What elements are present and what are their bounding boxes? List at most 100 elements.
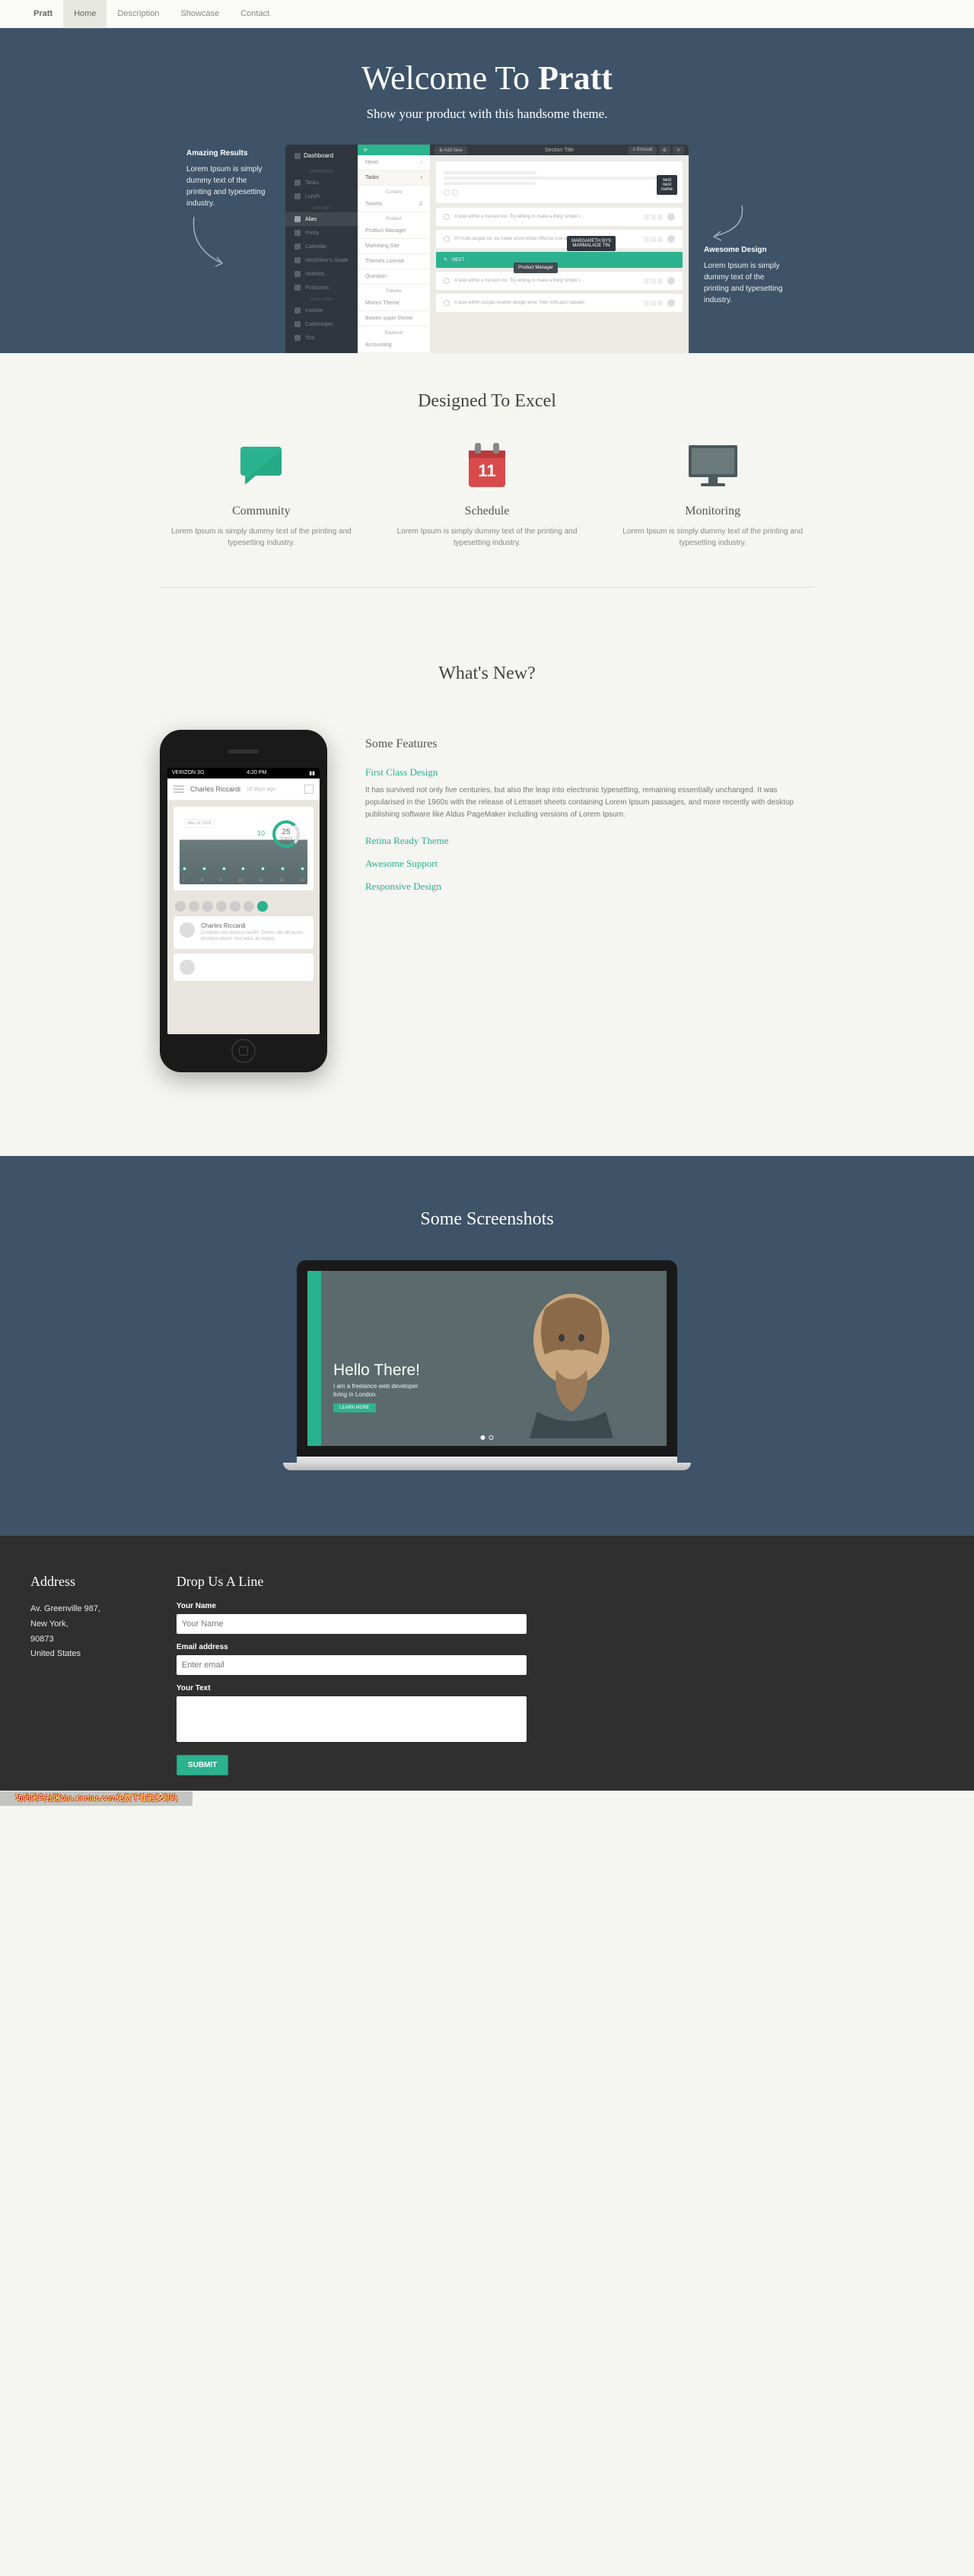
- arrow-right-icon: [704, 198, 750, 244]
- sidebar-item[interactable]: Notelets: [285, 267, 358, 281]
- mid-group: Content: [358, 186, 430, 197]
- whatsnew-heading: What's New?: [160, 664, 814, 684]
- sidebar-item[interactable]: Invision: [285, 304, 358, 317]
- address-line: 90873: [30, 1632, 100, 1648]
- task-row[interactable]: A task within a mission list. Try writin…: [436, 208, 683, 226]
- nav-showcase[interactable]: Showcase: [170, 0, 230, 27]
- phone-chart: May 13, 2013 10 25Visitors 78910111213: [173, 807, 314, 890]
- mid-item[interactable]: Product Manager: [358, 224, 430, 239]
- app-brand: Dashboard: [285, 152, 358, 167]
- avatar-row[interactable]: [167, 896, 320, 916]
- task-row[interactable]: Pri nulla laugiat no, ea natae unum elit…: [436, 230, 683, 248]
- learn-more-button[interactable]: LEARN MORE: [333, 1403, 376, 1412]
- email-input[interactable]: [177, 1655, 527, 1675]
- designed-section: Designed To Excel Community Lorem Ipsum …: [137, 353, 837, 626]
- feature-desc: Lorem Ipsum is simply dummy text of the …: [386, 526, 589, 549]
- designed-heading: Designed To Excel: [160, 391, 814, 412]
- tooltip: Product Manager: [514, 263, 558, 273]
- gear-icon[interactable]: ⚙: [659, 146, 670, 154]
- sidebar-section: FAVOURITES: [285, 167, 358, 176]
- nav-brand[interactable]: Pratt: [23, 0, 63, 27]
- phone-ago: 15 days ago: [247, 787, 275, 792]
- arrow-left-icon: [186, 209, 232, 270]
- sidebar-item[interactable]: Tice: [285, 331, 358, 345]
- hero-left-callout: Amazing Results Lorem Ipsum is simply du…: [186, 145, 270, 272]
- accordion-body: It has survived not only five centuries,…: [365, 779, 814, 824]
- donut-chart: 25Visitors: [272, 820, 300, 848]
- name-input[interactable]: [177, 1614, 527, 1634]
- mid-item[interactable]: Accounting: [358, 338, 430, 353]
- mid-tab[interactable]: News›: [358, 155, 430, 170]
- sidebar-item[interactable]: Tasks: [285, 176, 358, 189]
- mid-item[interactable]: Tweets2: [358, 197, 430, 212]
- carousel-dots[interactable]: [481, 1435, 494, 1440]
- mid-tab-active[interactable]: Tasks‹: [358, 170, 430, 186]
- address-title: Address: [30, 1574, 100, 1590]
- feed-item[interactable]: Charles RiccardiCurabitur otoi leoreus c…: [173, 916, 314, 949]
- feature-title: Community: [160, 505, 363, 518]
- phone-user: Charles Riccardi: [190, 785, 240, 793]
- text-label: Your Text: [177, 1684, 527, 1692]
- hero-section: Welcome To Pratt Show your product with …: [0, 28, 974, 353]
- form-title: Drop Us A Line: [177, 1574, 527, 1590]
- sidebar-section: CONTENT: [285, 203, 358, 212]
- home-button[interactable]: [231, 1039, 256, 1063]
- hero-left-text: Lorem Ipsum is simply dummy text of the …: [186, 164, 270, 209]
- feature-monitoring: Monitoring Lorem Ipsum is simply dummy t…: [611, 435, 814, 549]
- sidebar-item[interactable]: Lunch: [285, 189, 358, 203]
- name-label: Your Name: [177, 1602, 527, 1610]
- edit-icon[interactable]: [304, 785, 314, 794]
- task-row[interactable]: A task within a mission list. Try writin…: [436, 272, 683, 290]
- sidebar-item[interactable]: Pretty: [285, 226, 358, 240]
- message-textarea[interactable]: [177, 1696, 527, 1742]
- accordion-toggle[interactable]: Retina Ready Theme: [365, 835, 814, 847]
- feature-desc: Lorem Ipsum is simply dummy text of the …: [611, 526, 814, 549]
- nav-home[interactable]: Home: [63, 0, 107, 27]
- sidebar-item[interactable]: Carbonopro: [285, 317, 358, 331]
- sidebar-item-active[interactable]: Alias: [285, 212, 358, 226]
- svg-text:11: 11: [478, 461, 495, 480]
- task-row-selected[interactable]: ✎NEXT: [436, 252, 683, 268]
- nav-description[interactable]: Description: [107, 0, 170, 27]
- chat-icon: [234, 442, 288, 488]
- section-title: Section Title: [545, 148, 574, 153]
- laptop-tagline: I am a freelance web developer living in…: [333, 1383, 420, 1399]
- hero-left-heading: Amazing Results: [186, 149, 270, 158]
- accordion-toggle[interactable]: Responsive Design: [365, 880, 814, 893]
- whatsnew-section: What's New? VERIZON 3G4:20 PM▮▮ Charles …: [137, 626, 837, 1156]
- accordion-item: First Class Design It has survived not o…: [365, 766, 814, 824]
- mid-item[interactable]: Moneo Theme: [358, 296, 430, 311]
- close-icon[interactable]: ✕: [673, 146, 684, 154]
- accordion-toggle[interactable]: First Class Design: [365, 766, 814, 779]
- accordion-toggle[interactable]: Awesome Support: [365, 858, 814, 870]
- features-title: Some Features: [365, 737, 814, 751]
- address-line: Av. Greenville 987,: [30, 1602, 100, 1617]
- feed-item[interactable]: [173, 954, 314, 981]
- sidebar-item[interactable]: Postcards: [285, 281, 358, 295]
- laptop-mockup: Hello There! I am a freelance web develo…: [297, 1260, 677, 1467]
- mid-item[interactable]: Themes License: [358, 254, 430, 269]
- phone-statusbar: VERIZON 3G4:20 PM▮▮: [167, 768, 320, 779]
- menu-icon[interactable]: [173, 785, 184, 793]
- mid-item[interactable]: Bowen super theme: [358, 311, 430, 326]
- date-badge: May 13, 2013: [184, 819, 215, 828]
- email-label: Email address: [177, 1643, 527, 1651]
- mid-group: Product: [358, 212, 430, 224]
- compose-card[interactable]: [436, 161, 683, 203]
- add-button[interactable]: ⊕ Add New: [434, 146, 467, 154]
- submit-button[interactable]: SUBMIT: [177, 1755, 228, 1775]
- phone-mockup: VERIZON 3G4:20 PM▮▮ Charles Riccardi 15 …: [160, 730, 327, 1072]
- mid-item[interactable]: Question: [358, 269, 430, 285]
- sidebar-item[interactable]: Hitchhiker's Guide: [285, 253, 358, 267]
- feature-community: Community Lorem Ipsum is simply dummy te…: [160, 435, 363, 549]
- mid-item[interactable]: Marketing Site: [358, 239, 430, 254]
- calendar-icon: 11: [464, 440, 510, 490]
- hero-right-text: Lorem Ipsum is simply dummy text of the …: [704, 260, 788, 306]
- mid-group: Backend: [358, 326, 430, 338]
- nav-contact[interactable]: Contact: [230, 0, 280, 27]
- app-mid-column: ⟳ News› Tasks‹ Content Tweets2 Product P…: [358, 145, 430, 353]
- sidebar-item[interactable]: Calendar: [285, 240, 358, 253]
- showall-button[interactable]: ≡ Showall: [629, 146, 656, 154]
- task-row[interactable]: A task within cozyas reseller design ami…: [436, 294, 683, 312]
- address-line: United States: [30, 1647, 100, 1662]
